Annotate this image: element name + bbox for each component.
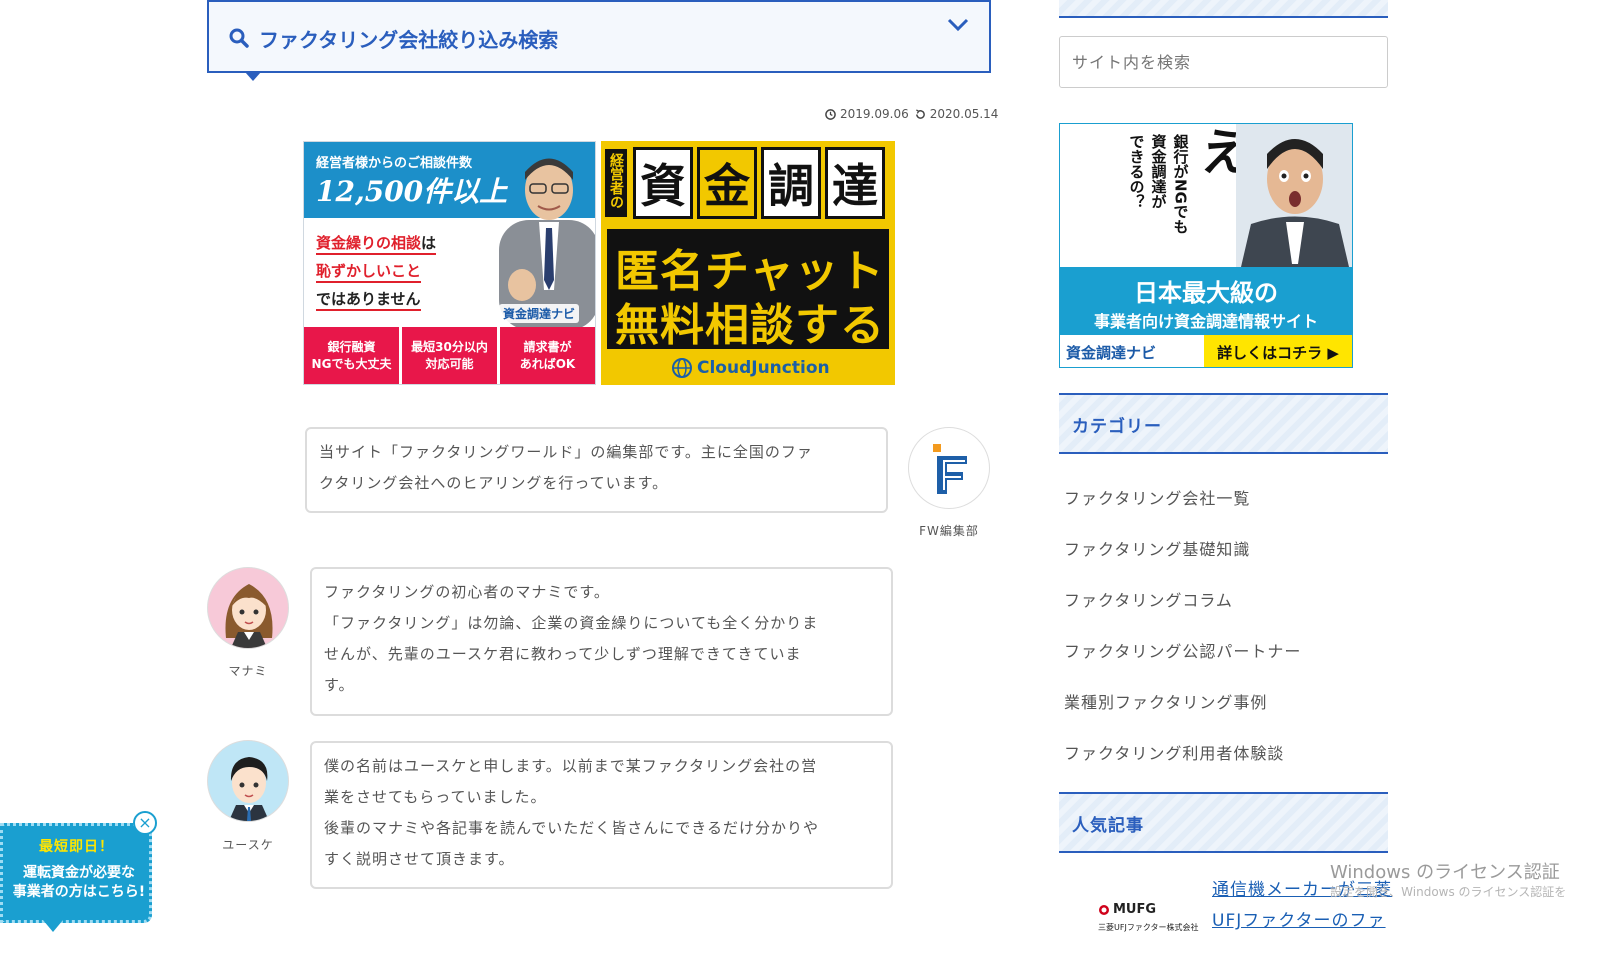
title-char: 調 [761, 147, 821, 219]
category-link[interactable]: ファクタリング基礎知識 [1064, 536, 1250, 560]
banner-headline: 日本最大級の [1134, 279, 1278, 307]
bubble-line: クタリング会社へのヒアリングを行っています。 [319, 474, 669, 492]
windows-activation-subtext: 設定を開き、Windows のライセンス認証を [1330, 885, 1567, 899]
globe-icon [672, 358, 692, 378]
refresh-icon [915, 108, 925, 119]
banner-tag: 請求書が あればOK [500, 327, 595, 384]
category-link[interactable]: ファクタリング会社一覧 [1064, 485, 1250, 509]
published-date: 2019.09.06 [825, 107, 909, 121]
banner-tag: 最短30分以内 対応可能 [402, 327, 497, 384]
sidebar-top-divider [1059, 0, 1388, 18]
banner-copy-2: 恥ずかしいこと [316, 260, 422, 283]
banner-question-3: できるの？ [1127, 134, 1146, 209]
manami-speech-bubble: ファクタリングの初心者のマナミです。 「ファクタリング」は勿論、企業の資金繰りに… [310, 567, 893, 716]
yusuke-avatar [207, 740, 289, 822]
bubble-line: ファクタリングの初心者のマナミです。 [324, 583, 610, 601]
shikin-navi-logo: 資金調達ナビ [1060, 335, 1204, 367]
fw-logo-icon [933, 444, 967, 494]
editor-name: FW編集部 [919, 524, 979, 538]
details-button[interactable]: 詳しくはコチラ ▶ [1204, 335, 1352, 367]
bubble-line: す。 [324, 676, 355, 694]
category-link[interactable]: ファクタリングコラム [1064, 587, 1233, 611]
title-char: 金 [697, 147, 757, 219]
title-char: 達 [825, 147, 885, 219]
banner2-line2: 無料相談する [615, 300, 885, 351]
ad-banner-shikin-navi[interactable]: 経営者様からのご相談件数 12,500件以上 資金繰りの相談は 恥ずかしいこと … [303, 141, 596, 385]
manami-avatar [207, 567, 289, 649]
category-heading-text: カテゴリー [1072, 417, 1162, 437]
banner-question-2: 資金調達が [1149, 134, 1168, 209]
boy-avatar-icon [228, 757, 270, 821]
yusuke-name: ユースケ [222, 838, 274, 852]
banner2-title-chars: 資 金 調 達 [633, 147, 885, 219]
updated-date: 2020.05.14 [915, 107, 999, 121]
sidebar-banner-bottom: 資金調達ナビ 詳しくはコチラ ▶ [1060, 335, 1352, 367]
yusuke-speech-bubble: 僕の名前はユースケと申します。以前まで某ファクタリング会社の営 業をさせてもらっ… [310, 741, 893, 889]
banner-count: 12,500件以上 [316, 175, 508, 208]
close-icon[interactable]: × [133, 811, 157, 835]
manami-name: マナミ [228, 664, 268, 678]
search-icon [229, 28, 249, 48]
site-search-input[interactable] [1060, 37, 1387, 87]
clock-icon [825, 108, 836, 120]
windows-activation-watermark: Windows のライセンス認証 [1330, 862, 1560, 883]
mufg-sub-label: 三菱UFJファクター株式会社 [1098, 923, 1199, 932]
banner-question-1: 銀行がNGでも [1171, 134, 1190, 234]
sidebar-ad-banner[interactable]: 銀行がNGでも 資金調達が できるの？ え!? 日本最大級の 事業者向け資金調達… [1059, 123, 1353, 368]
site-search-box[interactable] [1059, 36, 1388, 88]
bubble-line: せんが、先輩のユースケ君に教わって少しずつ理解できてきていま [324, 645, 802, 663]
businessman-photo [499, 158, 595, 330]
accordion-pointer [245, 72, 261, 81]
popular-article-link[interactable]: UFJファクターのファ [1212, 906, 1386, 931]
bubble-line: 後輩のマナミや各記事を読んでいただく皆さんにできるだけ分かりや [324, 819, 819, 837]
banner-copy-3: ではありません [316, 288, 421, 311]
chevron-down-icon[interactable] [947, 18, 969, 32]
ad-banner-anonymous-chat[interactable]: 経営者の 資 金 調 達 匿名チャット 無料相談する CloudJunction [601, 141, 895, 385]
cloudjunction-logo: CloudJunction [671, 357, 830, 379]
banner-tags: 銀行融資 NGでも大丈夫 最短30分以内 対応可能 請求書が あればOK [304, 327, 595, 384]
post-dates: 2019.09.06 2020.05.14 [825, 107, 998, 121]
bubble-line: 当サイト「ファクタリングワールド」の編集部です。主に全国のファ [319, 443, 813, 461]
mufg-logo: MUFG [1098, 902, 1156, 917]
sidebar-banner-upper: 銀行がNGでも 資金調達が できるの？ え!? [1060, 124, 1352, 267]
banner-copy-1: 資金繰りの相談は [316, 232, 437, 255]
published-date-text: 2019.09.06 [840, 107, 909, 121]
shikin-navi-logo: 資金調達ナビ [499, 304, 580, 323]
bubble-line: 「ファクタリング」は勿論、企業の資金繰りについても全く分かりま [324, 614, 819, 632]
bubble-line: すく説明させて頂きます。 [324, 850, 515, 868]
popular-heading: 人気記事 [1059, 792, 1388, 853]
mufg-mark-icon [1099, 904, 1109, 915]
search-accordion-title: ファクタリング会社絞り込み検索 [259, 28, 559, 52]
category-link[interactable]: ファクタリング利用者体験談 [1064, 740, 1284, 764]
updated-date-text: 2020.05.14 [929, 107, 999, 121]
editor-speech-bubble: 当サイト「ファクタリングワールド」の編集部です。主に全国のファ クタリング会社へ… [305, 427, 888, 513]
bubble-line: 僕の名前はユースケと申します。以前まで某ファクタリング会社の営 [324, 757, 818, 775]
banner2-keiei-label: 経営者の [605, 149, 627, 218]
category-link[interactable]: ファクタリング公認パートナー [1064, 638, 1301, 662]
banner2-cta-block: 匿名チャット 無料相談する [607, 229, 889, 351]
banner-subhead: 経営者様からのご相談件数 [316, 156, 473, 171]
popular-article-thumbnail[interactable]: MUFG 三菱UFJファクター株式会社 [1090, 896, 1200, 942]
floating-pointer [43, 920, 63, 932]
banner-tag: 銀行融資 NGでも大丈夫 [304, 327, 399, 384]
bubble-line: 業をさせてもらっていました。 [324, 788, 547, 806]
factoring-search-accordion[interactable]: ファクタリング会社絞り込み検索 [207, 0, 991, 81]
floating-heading: 最短即日！ [39, 839, 114, 855]
popular-heading-text: 人気記事 [1072, 816, 1144, 836]
banner-subline: 事業者向け資金調達情報サイト [1093, 312, 1318, 331]
surprised-man-photo [1236, 124, 1352, 267]
floating-cta-widget[interactable]: 最短即日！ 運転資金が必要な 事業者の方はこちら! [0, 823, 152, 932]
sidebar-banner-blue: 日本最大級の 事業者向け資金調達情報サイト [1060, 267, 1352, 335]
title-char: 資 [633, 147, 693, 219]
girl-avatar-icon [225, 584, 273, 648]
category-heading: カテゴリー [1059, 393, 1388, 454]
editor-avatar [908, 427, 990, 509]
floating-body: 運転資金が必要な 事業者の方はこちら! [12, 865, 146, 900]
category-link[interactable]: 業種別ファクタリング事例 [1064, 689, 1267, 713]
